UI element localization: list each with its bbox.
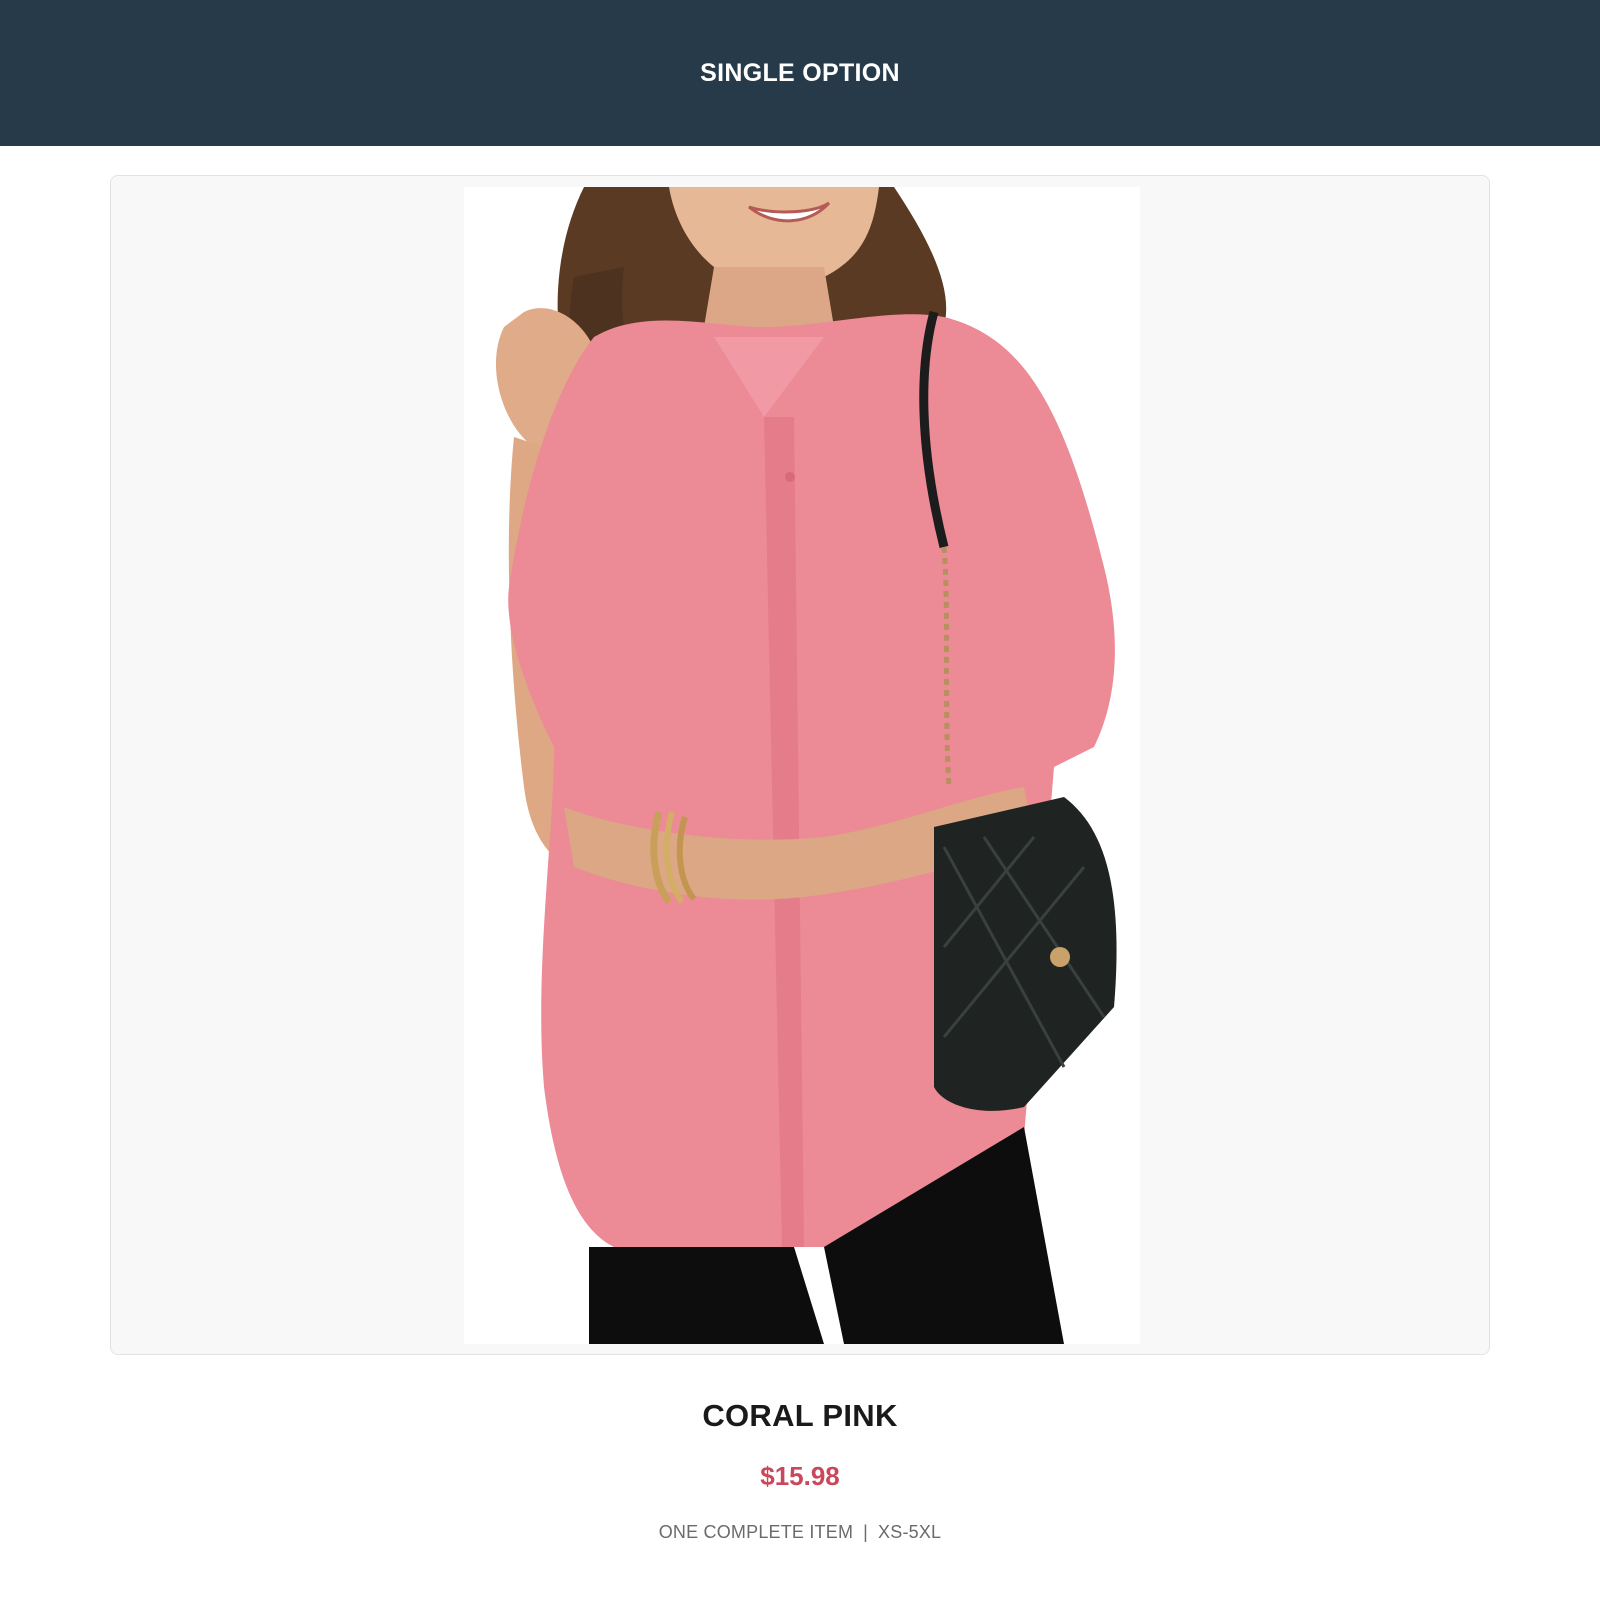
- item-count-label: ONE COMPLETE ITEM: [658, 1522, 854, 1542]
- product-image-card: [110, 175, 1490, 1355]
- product-photo[interactable]: [464, 187, 1140, 1344]
- product-meta: ONE COMPLETE ITEM | XS-5XL: [0, 1522, 1600, 1543]
- product-name: CORAL PINK: [702, 1398, 898, 1433]
- size-range-label: XS-5XL: [878, 1522, 942, 1542]
- page-header: SINGLE OPTION: [0, 0, 1600, 146]
- page-title: SINGLE OPTION: [700, 58, 900, 87]
- meta-separator: |: [863, 1522, 869, 1542]
- product-price: $15.98: [760, 1461, 840, 1491]
